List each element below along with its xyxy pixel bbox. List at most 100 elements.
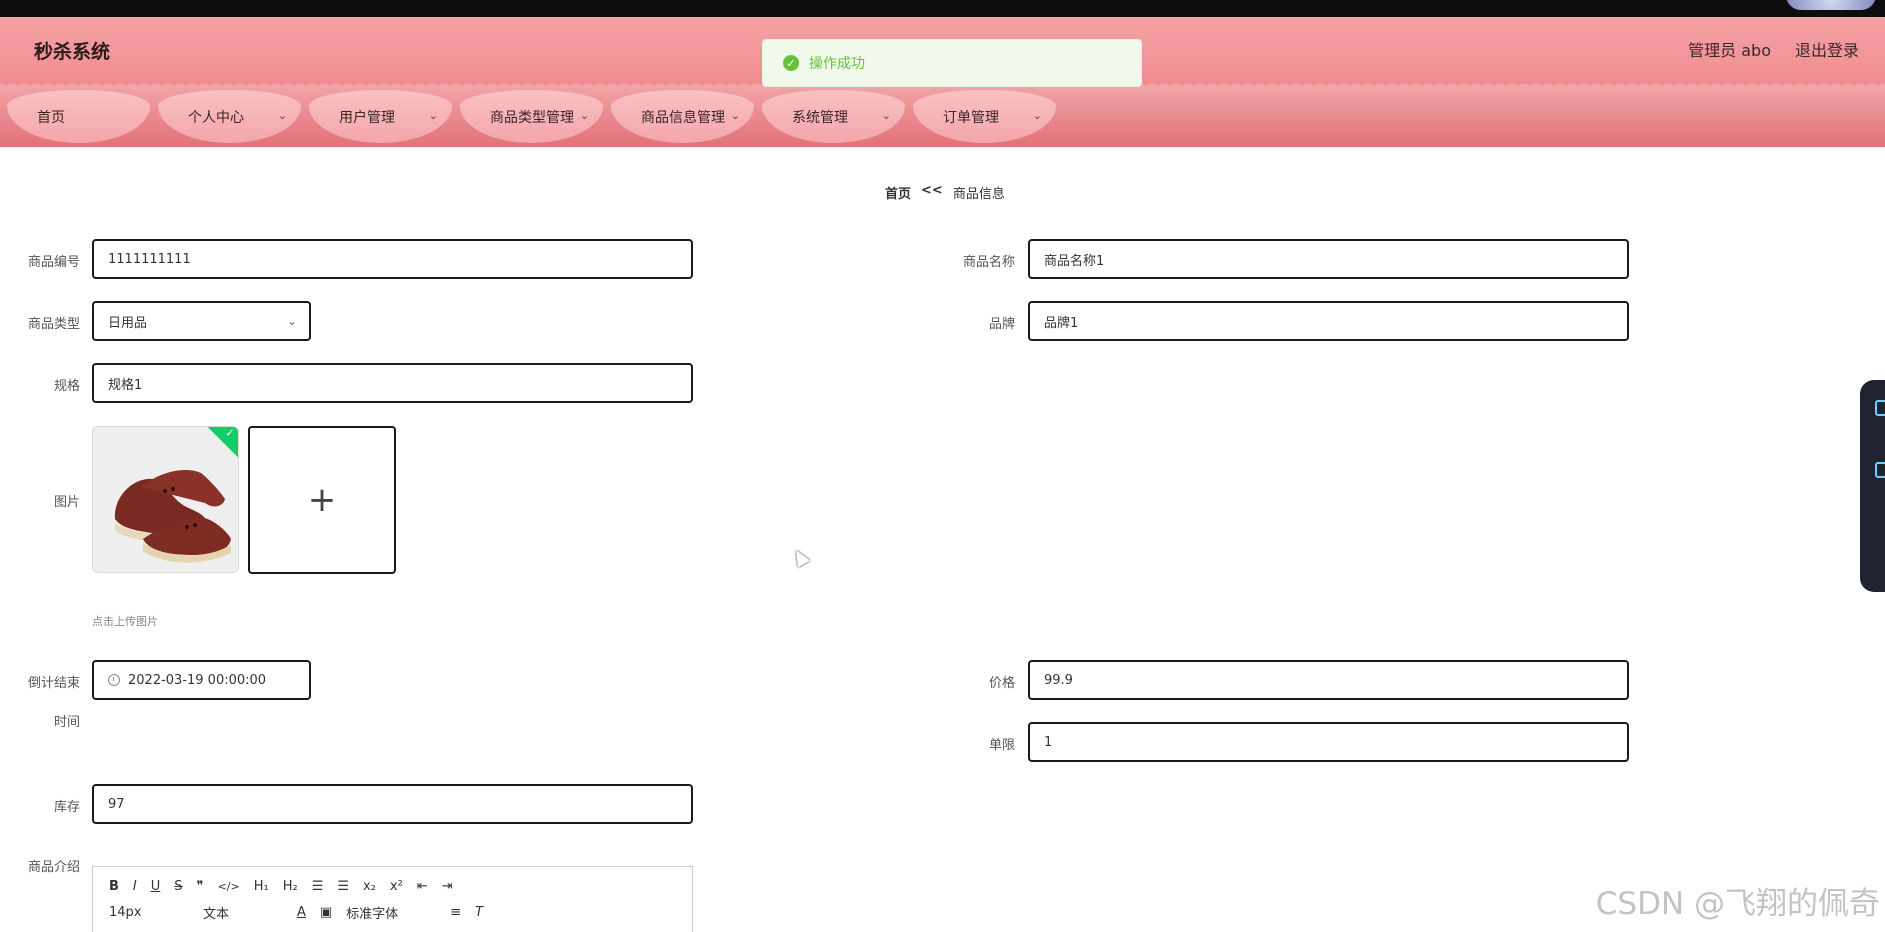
- price-value: 99.9: [1044, 672, 1073, 688]
- label-product-type: 商品类型: [27, 317, 80, 332]
- side-floating-widget[interactable]: [1860, 380, 1885, 592]
- end-time-picker[interactable]: 2022-03-19 00:00:00: [92, 660, 311, 700]
- check-circle-icon: ✓: [783, 55, 799, 71]
- stock-value: 97: [108, 796, 125, 812]
- label-product-no: 商品编号: [27, 255, 80, 270]
- logout-link[interactable]: 退出登录: [1795, 37, 1859, 61]
- limit-value: 1: [1044, 734, 1053, 750]
- label-limit: 单限: [988, 738, 1015, 753]
- header-actions: 管理员 abo 退出登录: [1688, 37, 1859, 61]
- product-no-value: 1111111111: [108, 251, 191, 267]
- app-title: 秒杀系统: [34, 41, 111, 63]
- nav-item-label: 个人中心: [188, 109, 244, 126]
- chevron-down-icon: ⌄: [277, 109, 287, 122]
- chevron-down-icon: ⌄: [428, 109, 438, 122]
- label-stock: 库存: [53, 800, 80, 815]
- nav-item-label: 首页: [37, 109, 65, 126]
- label-end-time-line2: 时间: [53, 715, 80, 730]
- h1-button[interactable]: H₁: [254, 879, 269, 894]
- corner-orb-icon: [1786, 0, 1876, 10]
- label-brand: 品牌: [988, 317, 1015, 332]
- background-color-icon[interactable]: ▣: [320, 905, 332, 920]
- product-type-value: 日用品: [108, 315, 148, 331]
- widget-icon[interactable]: [1875, 462, 1885, 478]
- ordered-list-button[interactable]: ☰: [312, 879, 324, 894]
- screen: { "app": { "title": "秒杀系统" }, "header": …: [0, 0, 1885, 932]
- shoe-image: [93, 427, 238, 572]
- strike-button[interactable]: S: [174, 879, 182, 894]
- nav-item-label: 系统管理: [792, 109, 848, 126]
- rich-text-editor[interactable]: B I U S ❞ </> H₁ H₂ ☰ ☰ x₂ x² ⇤ ⇥ 14px 文…: [92, 866, 693, 932]
- chevron-down-icon: ⌄: [286, 314, 297, 328]
- nav-item-label: 商品信息管理: [641, 109, 725, 126]
- breadcrumb-home[interactable]: 首页: [885, 183, 911, 202]
- clear-format-icon[interactable]: T: [475, 905, 483, 920]
- chevron-down-icon: ⌄: [881, 109, 891, 122]
- product-no-input[interactable]: 1111111111: [92, 239, 693, 279]
- h2-button[interactable]: H₂: [283, 879, 298, 894]
- success-toast: ✓ 操作成功: [762, 39, 1142, 87]
- editor-toolbar-row2: 14px 文本 A ▣ 标准字体 ≡ T: [109, 903, 497, 922]
- top-bar: [0, 0, 1885, 17]
- brand-input[interactable]: 品牌1: [1028, 301, 1629, 341]
- text-type-select[interactable]: 文本: [203, 903, 283, 922]
- font-color-icon[interactable]: A: [297, 905, 306, 920]
- label-price: 价格: [988, 676, 1015, 691]
- font-size-select[interactable]: 14px: [109, 905, 189, 920]
- check-icon: ✓: [225, 426, 235, 440]
- editor-toolbar-row1: B I U S ❞ </> H₁ H₂ ☰ ☰ x₂ x² ⇤ ⇥: [109, 879, 467, 894]
- brand-value: 品牌1: [1044, 315, 1079, 331]
- breadcrumb-current: 商品信息: [952, 187, 1005, 202]
- upload-hint: 点击上传图片: [92, 615, 158, 628]
- nav-item-product-type-management[interactable]: 商品类型管理 ⌄: [460, 90, 603, 143]
- watermark: CSDN @飞翔的佩奇: [1595, 886, 1880, 922]
- label-image: 图片: [53, 495, 80, 510]
- clock-icon: [108, 674, 120, 686]
- breadcrumb: 首页 << 商品信息: [885, 183, 1005, 202]
- widget-icon[interactable]: [1875, 400, 1885, 416]
- breadcrumb-separator: <<: [921, 183, 943, 198]
- main-nav: 首页 个人中心 ⌄ 用户管理 ⌄ 商品类型管理 ⌄ 商品信息管理 ⌄ 系统管理 …: [0, 84, 1885, 147]
- toast-message: 操作成功: [809, 56, 865, 72]
- nav-item-system-management[interactable]: 系统管理 ⌄: [762, 90, 905, 143]
- label-spec: 规格: [53, 379, 80, 394]
- product-type-select[interactable]: 日用品 ⌄: [92, 301, 311, 341]
- limit-input[interactable]: 1: [1028, 722, 1629, 762]
- nav-item-personal-center[interactable]: 个人中心 ⌄: [158, 90, 301, 143]
- nav-item-label: 用户管理: [339, 109, 395, 126]
- nav-item-label: 商品类型管理: [490, 109, 574, 126]
- product-name-value: 商品名称1: [1044, 253, 1105, 269]
- admin-label: 管理员 abo: [1688, 41, 1771, 60]
- nav-item-home[interactable]: 首页: [7, 90, 150, 143]
- label-end-time-line1: 倒计结束: [27, 676, 80, 691]
- chevron-down-icon: ⌄: [730, 109, 740, 122]
- chevron-down-icon: ⌄: [1032, 109, 1042, 122]
- image-upload-button[interactable]: +: [248, 426, 396, 574]
- align-icon[interactable]: ≡: [450, 905, 461, 920]
- underline-button[interactable]: U: [151, 879, 161, 894]
- spec-input[interactable]: 规格1: [92, 363, 693, 403]
- italic-button[interactable]: I: [133, 879, 137, 894]
- price-input[interactable]: 99.9: [1028, 660, 1629, 700]
- bold-button[interactable]: B: [109, 879, 119, 894]
- nav-item-order-management[interactable]: 订单管理 ⌄: [913, 90, 1056, 143]
- indent-button[interactable]: ⇥: [442, 879, 453, 894]
- spec-value: 规格1: [108, 377, 143, 393]
- label-intro: 商品介绍: [27, 860, 80, 875]
- code-button[interactable]: </>: [218, 880, 240, 893]
- stock-input[interactable]: 97: [92, 784, 693, 824]
- label-product-name: 商品名称: [962, 255, 1015, 270]
- nav-item-product-info-management[interactable]: 商品信息管理 ⌄: [611, 90, 754, 143]
- chevron-down-icon: ⌄: [579, 109, 589, 122]
- bullet-list-button[interactable]: ☰: [337, 879, 349, 894]
- product-name-input[interactable]: 商品名称1: [1028, 239, 1629, 279]
- subscript-button[interactable]: x₂: [363, 879, 376, 894]
- quote-button[interactable]: ❞: [197, 879, 204, 894]
- superscript-button[interactable]: x²: [390, 879, 403, 894]
- uploaded-product-image[interactable]: ✓: [92, 426, 239, 573]
- nav-item-label: 订单管理: [943, 109, 999, 126]
- outdent-button[interactable]: ⇤: [417, 879, 428, 894]
- nav-item-user-management[interactable]: 用户管理 ⌄: [309, 90, 452, 143]
- font-family-select[interactable]: 标准字体: [346, 903, 436, 922]
- end-time-value: 2022-03-19 00:00:00: [128, 672, 267, 688]
